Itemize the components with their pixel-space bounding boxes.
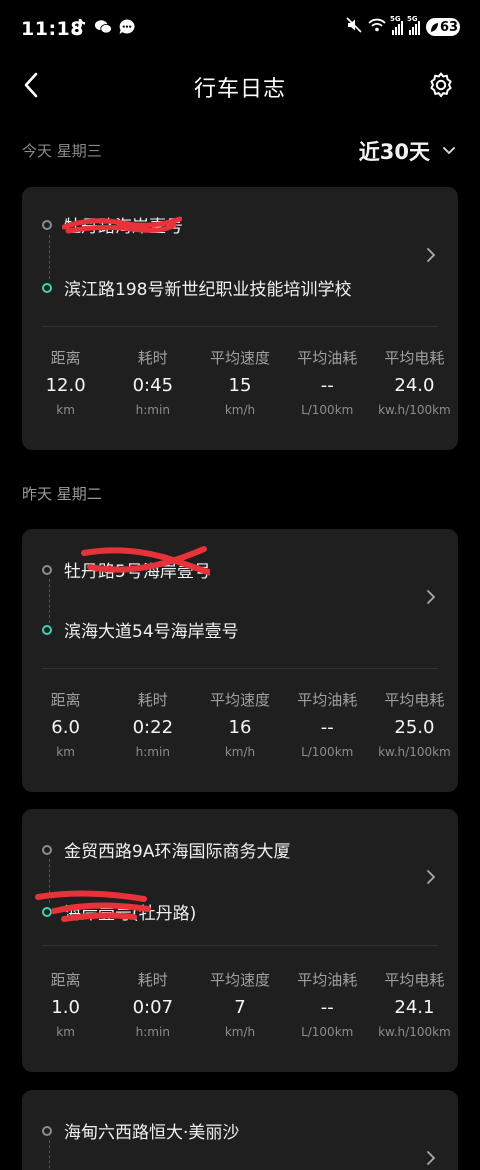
trip-end: 海岸壹号(牡丹路): [42, 899, 196, 924]
mute-icon: [346, 17, 362, 37]
start-dot-icon: [42, 844, 52, 855]
divider: [42, 945, 438, 946]
page-title: 行车日志: [193, 77, 286, 102]
stat-duration: 耗时 0:07 h:min: [132, 971, 174, 1039]
status-indicators: 5G 5G 63: [346, 15, 460, 37]
trip-end-address: 滨海大道54号海岸壹号: [64, 622, 239, 642]
trip-start-address: 牡丹路5号海岸壹号: [64, 562, 211, 582]
date-today: 今天 星期三: [22, 142, 102, 160]
trip-start-address: 海甸六西路恒大·美丽沙: [64, 1123, 240, 1143]
app-header: 行车日志: [0, 58, 480, 112]
stat-distance: 距离 1.0 km: [50, 971, 81, 1039]
divider: [42, 668, 438, 669]
route-connector: [49, 1140, 50, 1170]
trip-stats: 距离 12.0 km 耗时 0:45 h:min 平均速度 15 km/h 平均油耗 -- L/…: [22, 347, 458, 417]
status-app-icons: [70, 18, 136, 36]
stat-avg-fuel: 平均油耗 -- L/100km: [297, 691, 358, 759]
stat-avg-speed: 平均速度 16 km/h: [210, 691, 271, 759]
end-dot-icon: [42, 624, 52, 635]
battery-indicator: 63: [426, 18, 460, 36]
trip-end: 滨江路198号新世纪职业技能培训学校: [42, 275, 351, 300]
trip-card[interactable]: 牡丹路5号海岸壹号 滨海大道54号海岸壹号 距离 6.0 km 耗时 0:22 h:mi…: [22, 529, 458, 792]
chevron-right-icon: [424, 586, 438, 608]
screen: 11:18 5G 5G 63 行车日志 今天 星期三 近30天 牡丹路海岸壹号 …: [0, 0, 480, 1170]
trip-stats: 距离 6.0 km 耗时 0:22 h:min 平均速度 16 km/h 平均油耗 -- L/1…: [22, 689, 458, 759]
stat-avg-fuel: 平均油耗 -- L/100km: [297, 349, 358, 417]
range-value: 近30天: [358, 140, 430, 164]
start-dot-icon: [42, 219, 52, 230]
stat-avg-power: 平均电耗 24.0 kw.h/100km: [378, 349, 451, 417]
stat-avg-fuel: 平均油耗 -- L/100km: [297, 971, 358, 1039]
route-connector: [49, 859, 50, 903]
cellular-signal-1-icon: 5G: [390, 15, 403, 35]
trip-end-address: 滨江路198号新世纪职业技能培训学校: [64, 280, 352, 300]
wifi-icon: [368, 17, 386, 37]
date-yesterday: 昨天 星期二: [22, 485, 102, 503]
status-bar: 11:18 5G 5G 63: [0, 0, 480, 58]
trip-stats: 距离 1.0 km 耗时 0:07 h:min 平均速度 7 km/h 平均油耗 -- L/10…: [22, 969, 458, 1039]
wechat-icon: [94, 18, 112, 36]
stat-avg-speed: 平均速度 15 km/h: [210, 349, 271, 417]
stat-avg-power: 平均电耗 25.0 kw.h/100km: [378, 691, 451, 759]
start-dot-icon: [42, 564, 52, 575]
settings-button[interactable]: [424, 68, 458, 102]
trip-card[interactable]: 金贸西路9A环海国际商务大厦 海岸壹号(牡丹路) 距离 1.0 km 耗时 0:07 h…: [22, 809, 458, 1072]
end-dot-icon: [42, 282, 52, 293]
trip-start-address: 牡丹路海岸壹号: [64, 217, 183, 237]
battery-level: 63: [439, 19, 459, 35]
chevron-right-icon: [424, 244, 438, 266]
range-dropdown[interactable]: 近30天: [359, 136, 456, 166]
stat-distance: 距离 12.0 km: [45, 349, 86, 417]
trip-start-address: 金贸西路9A环海国际商务大厦: [64, 842, 291, 862]
trip-start: 牡丹路海岸壹号: [42, 212, 183, 237]
cellular-signal-2-icon: 5G: [407, 15, 420, 35]
trip-card[interactable]: 牡丹路海岸壹号 滨江路198号新世纪职业技能培训学校 距离 12.0 km 耗时 0:…: [22, 187, 458, 450]
chevron-right-icon: [424, 1147, 438, 1169]
stat-avg-power: 平均电耗 24.1 kw.h/100km: [378, 971, 451, 1039]
leaf-icon: [430, 22, 438, 32]
trip-start: 金贸西路9A环海国际商务大厦: [42, 837, 290, 862]
gear-icon: [430, 72, 452, 98]
trip-end-address: 海岸壹号(牡丹路): [64, 904, 197, 924]
divider: [42, 326, 438, 327]
stat-distance: 距离 6.0 km: [50, 691, 81, 759]
trip-end: 滨海大道54号海岸壹号: [42, 617, 239, 642]
stat-duration: 耗时 0:45 h:min: [132, 349, 174, 417]
route-connector: [49, 235, 50, 279]
start-dot-icon: [42, 1125, 52, 1136]
trip-list[interactable]: 今天 星期三 近30天 牡丹路海岸壹号 滨江路198号新世纪职业技能培训学校 距…: [0, 132, 480, 1170]
trip-start: 牡丹路5号海岸壹号: [42, 557, 211, 582]
trip-card[interactable]: 海甸六西路恒大·美丽沙: [22, 1090, 458, 1170]
end-dot-icon: [42, 906, 52, 917]
chevron-down-icon: [443, 147, 455, 155]
tiktok-icon: [70, 18, 88, 36]
trip-start: 海甸六西路恒大·美丽沙: [42, 1118, 239, 1143]
chevron-right-icon: [424, 866, 438, 888]
stat-avg-speed: 平均速度 7 km/h: [210, 971, 271, 1039]
stat-duration: 耗时 0:22 h:min: [132, 691, 174, 759]
message-bubble-icon: [118, 18, 136, 36]
